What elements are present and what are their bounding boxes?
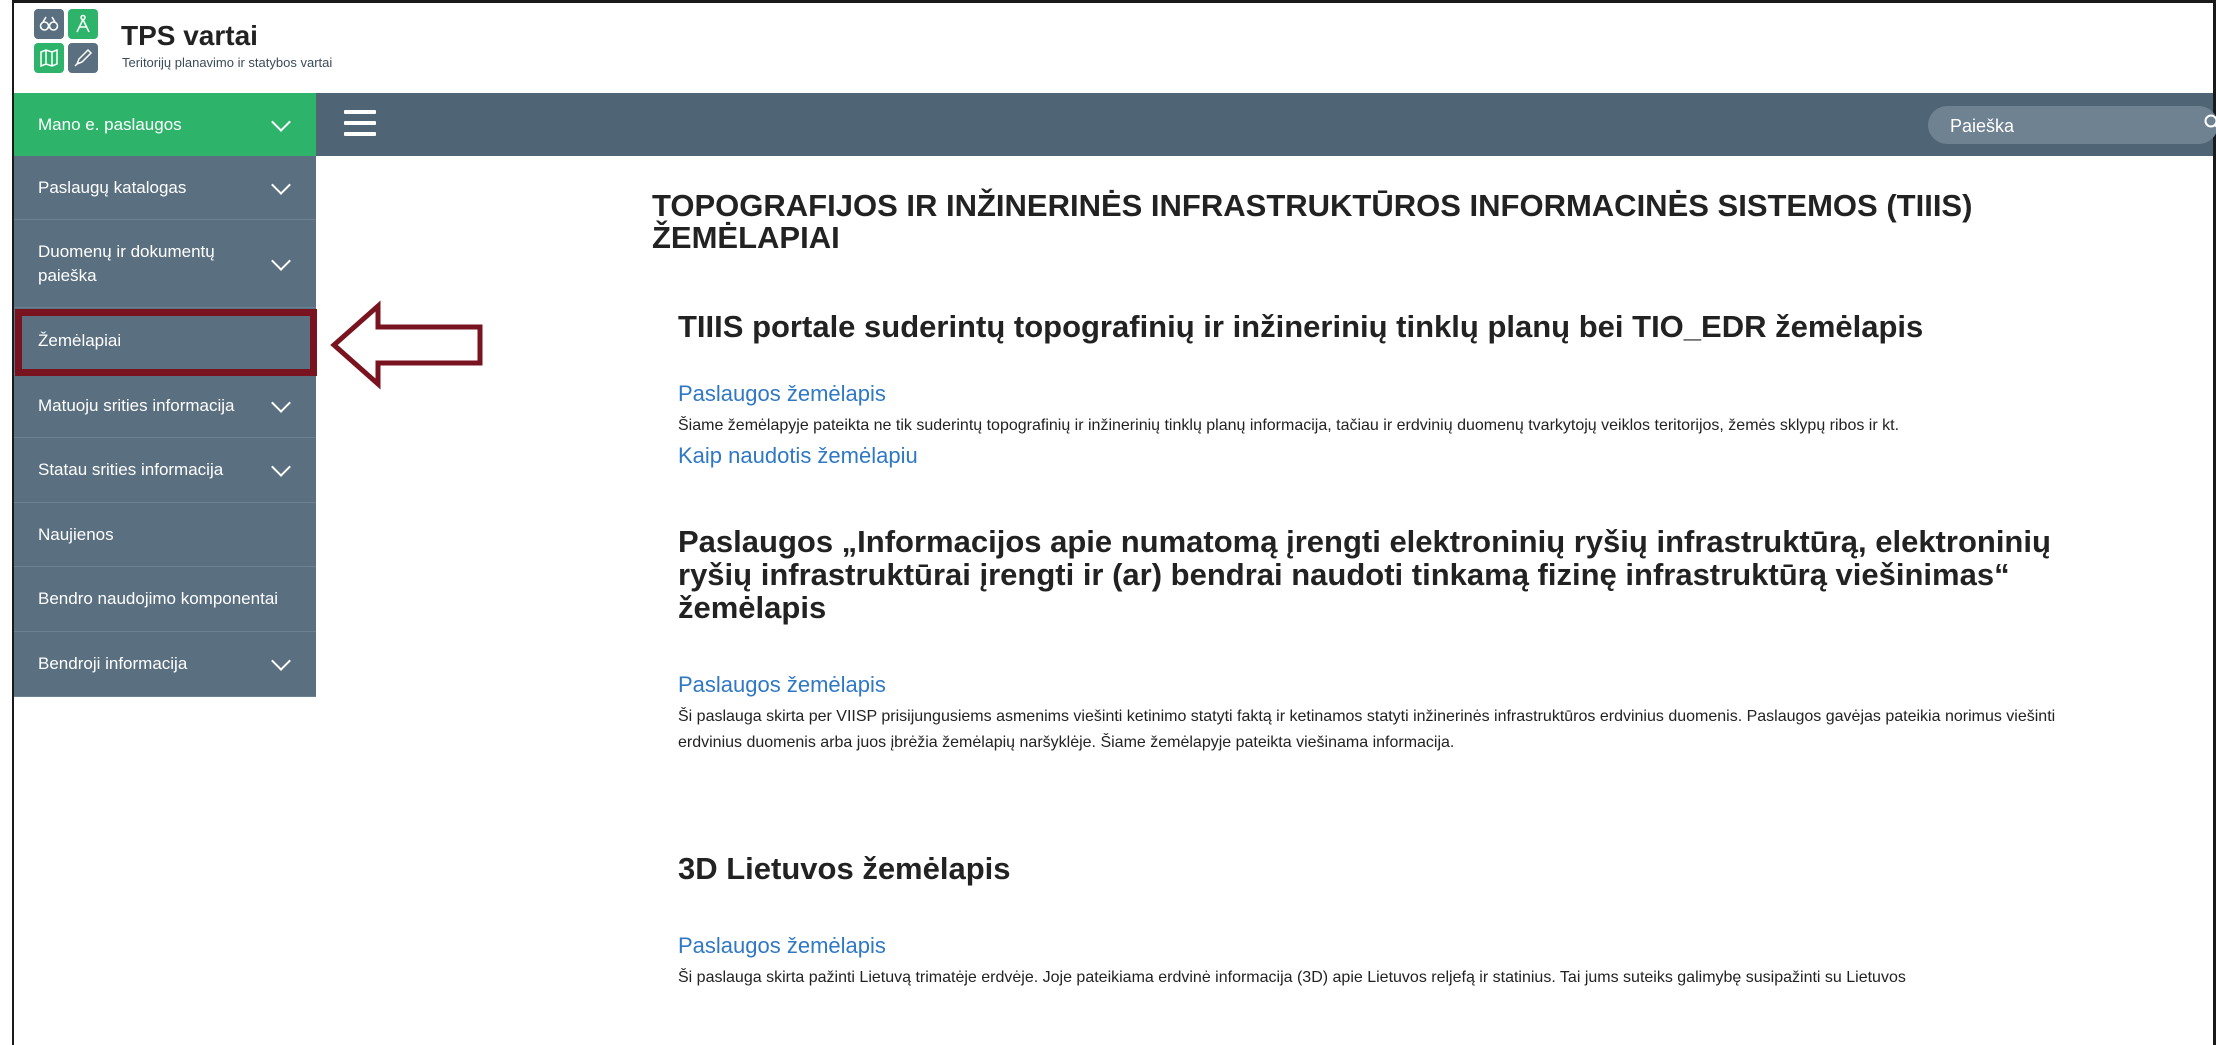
section-description: Ši paslauga skirta pažinti Lietuvą trima… — [678, 969, 1906, 986]
section-3d-map: 3D Lietuvos žemėlapis Paslaugos žemėlapi… — [678, 852, 2102, 991]
sidebar-item-label: Naujienos — [38, 524, 114, 544]
search-icon[interactable] — [2204, 114, 2216, 132]
section-description: Ši paslauga skirta per VIISP prisijungus… — [678, 708, 2056, 751]
how-to-use-map-link[interactable]: Kaip naudotis žemėlapiu — [678, 443, 2102, 469]
chevron-down-icon — [271, 392, 291, 413]
chevron-down-icon — [271, 174, 291, 195]
chevron-down-icon — [271, 250, 291, 271]
section-description: Šiame žemėlapyje pateikta ne tik suderin… — [678, 417, 1900, 434]
sidebar-item-my-services[interactable]: Mano e. paslaugos — [14, 93, 316, 156]
map-icon — [34, 43, 64, 73]
sidebar-item-data-search[interactable]: Duomenų ir dokumentų paieška — [14, 220, 316, 308]
section-title: Paslaugos „Informacijos apie numatomą įr… — [678, 524, 2051, 625]
chevron-down-icon — [271, 111, 291, 132]
chevron-down-icon — [271, 651, 291, 671]
sidebar-item-label: Duomenų ir dokumentų paieška — [38, 241, 215, 285]
main-content: TOPOGRAFIJOS IR INŽINERINĖS INFRASTRUKTŪ… — [652, 190, 2102, 991]
sidebar-item-shared-components[interactable]: Bendro naudojimo komponentai — [14, 567, 316, 632]
sidebar-item-label: Matuoju srities informacija — [38, 395, 235, 415]
sidebar-item-build-info[interactable]: Statau srities informacija — [14, 438, 316, 503]
brand-subtitle: Teritorijų planavimo ir statybos vartai — [122, 55, 333, 70]
binoculars-icon — [34, 9, 64, 39]
section-title: 3D Lietuvos žemėlapis — [678, 851, 1011, 886]
pen-icon — [68, 43, 98, 73]
section-title: TIIIS portale suderintų topografinių ir … — [678, 309, 1924, 344]
sidebar-item-label: Statau srities informacija — [38, 460, 224, 479]
sidebar-item-general-info[interactable]: Bendroji informacija — [14, 632, 316, 697]
menu-icon[interactable] — [344, 110, 376, 138]
service-map-link[interactable]: Paslaugos žemėlapis — [678, 381, 2102, 407]
frame-border-top — [0, 0, 2216, 3]
sidebar-nav: Mano e. paslaugos Paslaugų katalogas Duo… — [14, 93, 316, 697]
search-box[interactable] — [1928, 106, 2216, 146]
frame-border-left — [0, 0, 14, 1045]
page-title: TOPOGRAFIJOS IR INŽINERINĖS INFRASTRUKTŪ… — [652, 188, 1973, 255]
sidebar-item-label: Paslaugų katalogas — [38, 177, 187, 197]
search-input[interactable] — [1948, 106, 2172, 146]
compass-icon — [68, 9, 98, 39]
logo[interactable] — [34, 9, 100, 75]
service-map-link[interactable]: Paslaugos žemėlapis — [678, 672, 2078, 698]
arrow-left-icon — [330, 300, 483, 390]
service-map-link[interactable]: Paslaugos žemėlapis — [678, 933, 2102, 959]
sidebar-item-service-catalog[interactable]: Paslaugų katalogas — [14, 156, 316, 220]
section-tiiis-map: TIIIS portale suderintų topografinių ir … — [678, 310, 2102, 469]
highlight-box — [15, 309, 317, 376]
sidebar-item-label: Bendro naudojimo komponentai — [38, 589, 279, 608]
sidebar-item-label: Bendroji informacija — [38, 654, 188, 673]
brand-title[interactable]: TPS vartai — [121, 20, 258, 52]
sidebar-item-label: Mano e. paslaugos — [38, 114, 182, 134]
top-bar — [316, 93, 2216, 156]
sidebar-item-measure-info[interactable]: Matuoju srities informacija — [14, 374, 316, 438]
chevron-down-icon — [271, 457, 291, 477]
sidebar-item-news[interactable]: Naujienos — [14, 503, 316, 567]
section-infrastructure-map: Paslaugos „Informacijos apie numatomą įr… — [678, 525, 2078, 756]
